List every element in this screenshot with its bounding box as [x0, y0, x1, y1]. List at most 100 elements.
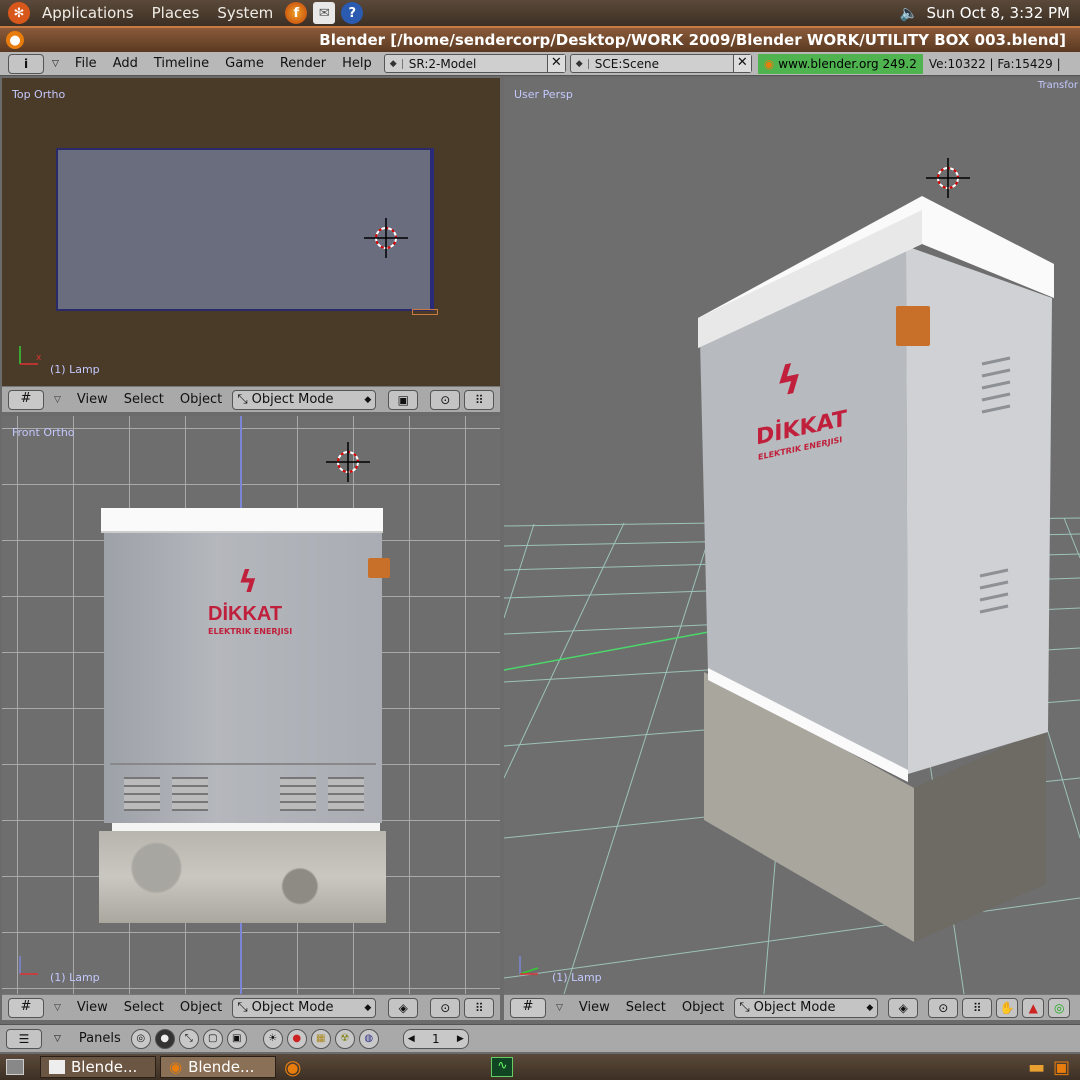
texture-context-icon[interactable]: ▦	[310, 1028, 331, 1049]
object-context-icon[interactable]: ⤡	[178, 1028, 199, 1049]
layers-icon[interactable]: ⠿	[464, 389, 495, 410]
close-icon[interactable]: ✕	[732, 55, 751, 72]
folder-icon[interactable]: ▬	[1028, 1057, 1045, 1078]
record-circle-icon[interactable]: ◎	[1048, 997, 1071, 1018]
system-monitor-icon[interactable]: ∿	[491, 1057, 514, 1077]
menu-timeline[interactable]: Timeline	[146, 56, 217, 71]
frame-number-field[interactable]: ◀ 1 ▶	[402, 1028, 469, 1049]
menu-view[interactable]: View	[71, 1000, 114, 1015]
help-icon[interactable]: ?	[341, 2, 364, 24]
3d-cursor-icon[interactable]	[362, 216, 410, 260]
menu-add[interactable]: Add	[105, 56, 146, 71]
menu-file[interactable]: File	[67, 56, 105, 71]
menu-applications[interactable]: Applications	[33, 4, 143, 22]
lamp-marker[interactable]	[412, 309, 438, 315]
mode-dropdown[interactable]: ⤡ Object Mode ◆	[232, 389, 377, 410]
concrete-base[interactable]	[99, 831, 386, 923]
mode-label: Object Mode	[753, 1000, 836, 1015]
menu-select[interactable]: Select	[118, 1000, 170, 1015]
mail-icon[interactable]: ✉	[313, 2, 336, 24]
menu-object[interactable]: Object	[174, 392, 228, 407]
blender-launcher-icon[interactable]: ◉	[284, 1055, 301, 1079]
padlock-icon	[368, 558, 390, 578]
pivot-icon[interactable]: ⊙	[430, 997, 461, 1018]
logic-context-icon[interactable]: ◎	[130, 1028, 151, 1049]
draw-type-icon[interactable]: ◈	[388, 997, 419, 1018]
box-roof[interactable]	[101, 508, 383, 533]
menu-render[interactable]: Render	[272, 56, 334, 71]
ubuntu-logo-icon[interactable]: ✻	[8, 2, 30, 24]
screen-selector[interactable]: ◆ SR:2-Model ✕	[383, 54, 566, 73]
taskbar-item-blender-1[interactable]: Blende...	[40, 1056, 156, 1078]
blender-url-badge[interactable]: ◉ www.blender.org 249.2	[757, 53, 923, 74]
show-desktop-icon[interactable]	[6, 1059, 24, 1075]
collapse-menu-icon[interactable]: ▽	[52, 59, 59, 69]
taskbar-item-blender-2[interactable]: ◉ Blende...	[160, 1056, 276, 1078]
collapse-menu-icon[interactable]: ▽	[556, 1003, 563, 1013]
utility-box-3d[interactable]	[504, 78, 1080, 994]
layers-icon[interactable]: ⠿	[464, 997, 495, 1018]
frame-value[interactable]: 1	[432, 1032, 440, 1046]
layers-icon[interactable]: ⠿	[962, 997, 993, 1018]
draw-type-icon[interactable]: ▣	[388, 389, 419, 410]
trash-icon[interactable]: ▣	[1053, 1057, 1070, 1078]
mode-dropdown[interactable]: ⤡ Object Mode ◆	[734, 997, 879, 1018]
updown-arrows-icon[interactable]: ◆	[385, 58, 403, 69]
viewport-front-ortho[interactable]: Front Ortho ϟ DİKKAT ELEKTRIK ENERJISI (…	[2, 416, 500, 994]
window-title: Blender [/home/sendercorp/Desktop/WORK 2…	[319, 31, 1066, 49]
increment-arrow-icon[interactable]: ▶	[457, 1034, 464, 1044]
pivot-icon[interactable]: ⊙	[430, 389, 461, 410]
scene-name[interactable]: SCE:Scene	[589, 57, 665, 71]
menu-game[interactable]: Game	[217, 56, 272, 71]
decrement-arrow-icon[interactable]: ◀	[408, 1034, 415, 1044]
close-icon[interactable]: ✕	[546, 55, 565, 72]
material-context-icon[interactable]: ●	[286, 1028, 307, 1049]
window-type-list-icon[interactable]: ☰	[6, 1028, 42, 1049]
menu-view[interactable]: View	[71, 392, 114, 407]
menu-select[interactable]: Select	[118, 392, 170, 407]
hand-grab-icon[interactable]: ✋	[996, 997, 1019, 1018]
collapse-menu-icon[interactable]: ▽	[54, 395, 61, 405]
window-type-grid-icon[interactable]: #	[8, 997, 44, 1018]
firefox-icon[interactable]: f	[285, 2, 308, 24]
editing-context-icon[interactable]: ▢	[202, 1028, 223, 1049]
menu-system[interactable]: System	[208, 4, 282, 22]
3d-cursor-icon[interactable]	[324, 440, 372, 484]
clock[interactable]: Sun Oct 8, 3:32 PM	[926, 4, 1070, 22]
menu-object[interactable]: Object	[676, 1000, 730, 1015]
object-mode-icon: ⤡	[739, 1000, 750, 1015]
viewport-user-persp[interactable]: User Persp Transfor ϟ DİKKAT ELEKTRIK EN…	[504, 78, 1080, 994]
viewport-top-ortho[interactable]: Top Ortho x (1) Lamp	[2, 78, 500, 386]
collapse-menu-icon[interactable]: ▽	[54, 1003, 61, 1013]
scene-context-icon[interactable]: ▣	[226, 1028, 247, 1049]
shading-context-icon[interactable]: ●	[154, 1028, 175, 1049]
mode-dropdown[interactable]: ⤡ Object Mode ◆	[232, 997, 377, 1018]
draw-type-icon[interactable]: ◈	[888, 997, 919, 1018]
collapse-menu-icon[interactable]: ▽	[54, 1034, 61, 1044]
menu-help[interactable]: Help	[334, 56, 380, 71]
lamp-context-icon[interactable]: ☀	[262, 1028, 283, 1049]
lightning-icon: ϟ	[776, 355, 803, 407]
menu-object[interactable]: Object	[174, 1000, 228, 1015]
blender-logo-icon: ◉	[763, 56, 775, 71]
window-type-grid-icon[interactable]: #	[8, 389, 44, 410]
warning-triangle-icon[interactable]: ▲	[1022, 997, 1045, 1018]
volume-icon[interactable]: 🔈	[900, 4, 919, 22]
screen-name[interactable]: SR:2-Model	[403, 57, 483, 71]
scene-selector[interactable]: ◆ SCE:Scene ✕	[569, 54, 752, 73]
window-type-grid-icon[interactable]: #	[510, 997, 546, 1018]
menu-view[interactable]: View	[573, 1000, 616, 1015]
radio-context-icon[interactable]: ☢	[334, 1028, 355, 1049]
pivot-icon[interactable]: ⊙	[928, 997, 959, 1018]
gnome-bottom-panel: Blende... ◉ Blende... ◉ ∿ ▬ ▣	[0, 1054, 1080, 1080]
world-context-icon[interactable]: ◍	[358, 1028, 379, 1049]
blender-logo-icon[interactable]: ●	[6, 31, 24, 49]
updown-arrows-icon[interactable]: ◆	[571, 58, 589, 69]
box-bottom-rim[interactable]	[112, 823, 380, 831]
object-mode-icon: ⤡	[237, 392, 248, 407]
box-body[interactable]: ϟ DİKKAT ELEKTRIK ENERJISI	[104, 533, 390, 823]
panels-menu[interactable]: Panels	[73, 1031, 127, 1046]
menu-select[interactable]: Select	[620, 1000, 672, 1015]
menu-places[interactable]: Places	[143, 4, 209, 22]
window-type-info-icon[interactable]: i	[8, 53, 44, 74]
